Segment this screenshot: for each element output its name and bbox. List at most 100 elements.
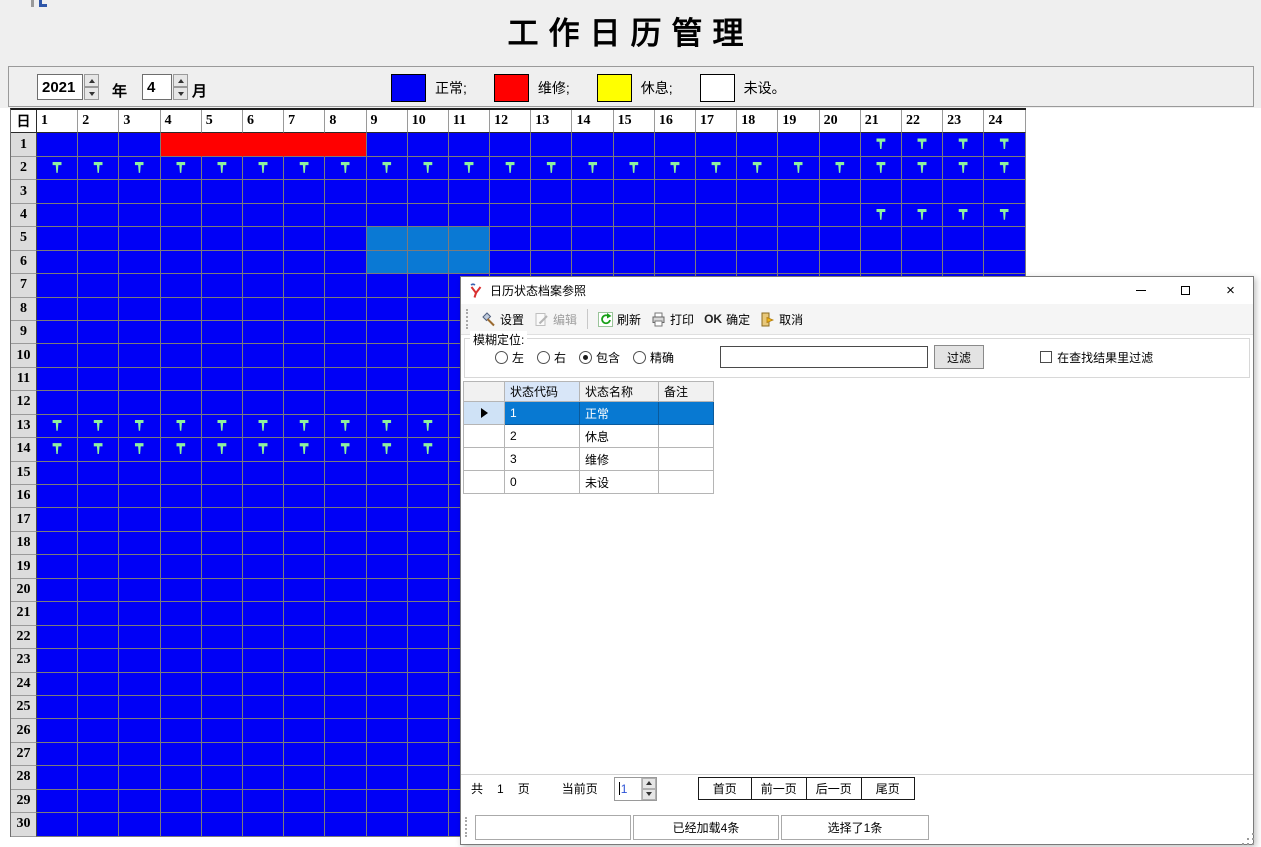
- page-up-button[interactable]: [642, 778, 656, 789]
- calendar-cell[interactable]: [367, 227, 408, 250]
- calendar-cell[interactable]: [119, 157, 160, 180]
- calendar-cell[interactable]: [78, 462, 119, 485]
- calendar-cell[interactable]: [614, 157, 655, 180]
- table-cell[interactable]: 2: [505, 425, 580, 448]
- calendar-cell[interactable]: [984, 251, 1025, 274]
- calendar-cell[interactable]: [78, 251, 119, 274]
- calendar-cell[interactable]: [325, 180, 366, 203]
- year-input[interactable]: 2021: [37, 74, 83, 100]
- calendar-cell[interactable]: [161, 133, 202, 156]
- calendar-cell[interactable]: [861, 227, 902, 250]
- calendar-cell[interactable]: [943, 227, 984, 250]
- calendar-cell[interactable]: [284, 157, 325, 180]
- calendar-cell[interactable]: [119, 344, 160, 367]
- calendar-cell[interactable]: [408, 673, 449, 696]
- calendar-cell[interactable]: [408, 649, 449, 672]
- calendar-cell[interactable]: [202, 227, 243, 250]
- calendar-cell[interactable]: [861, 157, 902, 180]
- calendar-cell[interactable]: [78, 555, 119, 578]
- calendar-cell[interactable]: [408, 391, 449, 414]
- calendar-cell[interactable]: [572, 157, 613, 180]
- calendar-cell[interactable]: [202, 204, 243, 227]
- calendar-cell[interactable]: [78, 813, 119, 836]
- calendar-cell[interactable]: [367, 579, 408, 602]
- calendar-cell[interactable]: [37, 743, 78, 766]
- calendar-cell[interactable]: [202, 133, 243, 156]
- calendar-cell[interactable]: [737, 180, 778, 203]
- calendar-cell[interactable]: [325, 579, 366, 602]
- calendar-cell[interactable]: [78, 766, 119, 789]
- calendar-cell[interactable]: [37, 485, 78, 508]
- calendar-cell[interactable]: [408, 462, 449, 485]
- maximize-button[interactable]: [1163, 277, 1208, 304]
- calendar-cell[interactable]: [202, 719, 243, 742]
- calendar-cell[interactable]: [119, 626, 160, 649]
- calendar-cell[interactable]: [119, 602, 160, 625]
- calendar-cell[interactable]: [202, 649, 243, 672]
- column-header-name[interactable]: 状态名称: [580, 382, 659, 402]
- calendar-cell[interactable]: [243, 696, 284, 719]
- calendar-cell[interactable]: [325, 532, 366, 555]
- calendar-cell[interactable]: [243, 743, 284, 766]
- year-down-button[interactable]: [84, 87, 99, 100]
- calendar-cell[interactable]: [367, 696, 408, 719]
- fuzzy-radio-checked[interactable]: 包含: [579, 349, 620, 366]
- calendar-cell[interactable]: [984, 227, 1025, 250]
- calendar-cell[interactable]: [37, 251, 78, 274]
- page-nav-button[interactable]: 后一页: [806, 777, 862, 800]
- calendar-cell[interactable]: [119, 485, 160, 508]
- calendar-cell[interactable]: [37, 813, 78, 836]
- calendar-cell[interactable]: [161, 415, 202, 438]
- calendar-cell[interactable]: [284, 485, 325, 508]
- calendar-cell[interactable]: [325, 719, 366, 742]
- calendar-cell[interactable]: [531, 180, 572, 203]
- calendar-cell[interactable]: [943, 251, 984, 274]
- calendar-cell[interactable]: [284, 813, 325, 836]
- calendar-cell[interactable]: [449, 251, 490, 274]
- calendar-cell[interactable]: [408, 626, 449, 649]
- calendar-cell[interactable]: [243, 813, 284, 836]
- table-cell[interactable]: 3: [505, 448, 580, 471]
- calendar-cell[interactable]: [161, 790, 202, 813]
- calendar-cell[interactable]: [408, 555, 449, 578]
- calendar-cell[interactable]: [449, 157, 490, 180]
- fuzzy-radio-option[interactable]: 左: [495, 349, 524, 366]
- calendar-cell[interactable]: [243, 251, 284, 274]
- calendar-cell[interactable]: [614, 133, 655, 156]
- calendar-cell[interactable]: [861, 251, 902, 274]
- calendar-cell[interactable]: [37, 438, 78, 461]
- calendar-cell[interactable]: [243, 579, 284, 602]
- calendar-cell[interactable]: [902, 251, 943, 274]
- close-button[interactable]: ×: [1208, 277, 1253, 304]
- calendar-cell[interactable]: [161, 602, 202, 625]
- calendar-cell[interactable]: [284, 368, 325, 391]
- month-input[interactable]: 4: [142, 74, 172, 100]
- calendar-cell[interactable]: [614, 180, 655, 203]
- calendar-cell[interactable]: [325, 508, 366, 531]
- calendar-cell[interactable]: [37, 321, 78, 344]
- calendar-cell[interactable]: [243, 274, 284, 297]
- calendar-cell[interactable]: [202, 462, 243, 485]
- calendar-cell[interactable]: [161, 508, 202, 531]
- calendar-cell[interactable]: [37, 204, 78, 227]
- calendar-cell[interactable]: [161, 157, 202, 180]
- calendar-cell[interactable]: [984, 204, 1025, 227]
- calendar-cell[interactable]: [202, 626, 243, 649]
- calendar-cell[interactable]: [449, 180, 490, 203]
- calendar-cell[interactable]: [119, 368, 160, 391]
- table-row[interactable]: 1正常: [464, 402, 714, 425]
- calendar-cell[interactable]: [572, 227, 613, 250]
- calendar-cell[interactable]: [243, 227, 284, 250]
- calendar-cell[interactable]: [820, 251, 861, 274]
- calendar-cell[interactable]: [778, 180, 819, 203]
- calendar-cell[interactable]: [284, 555, 325, 578]
- calendar-cell[interactable]: [367, 813, 408, 836]
- calendar-cell[interactable]: [37, 673, 78, 696]
- calendar-cell[interactable]: [902, 180, 943, 203]
- calendar-cell[interactable]: [119, 696, 160, 719]
- calendar-cell[interactable]: [449, 133, 490, 156]
- calendar-cell[interactable]: [325, 251, 366, 274]
- calendar-cell[interactable]: [78, 391, 119, 414]
- calendar-cell[interactable]: [778, 227, 819, 250]
- calendar-cell[interactable]: [284, 133, 325, 156]
